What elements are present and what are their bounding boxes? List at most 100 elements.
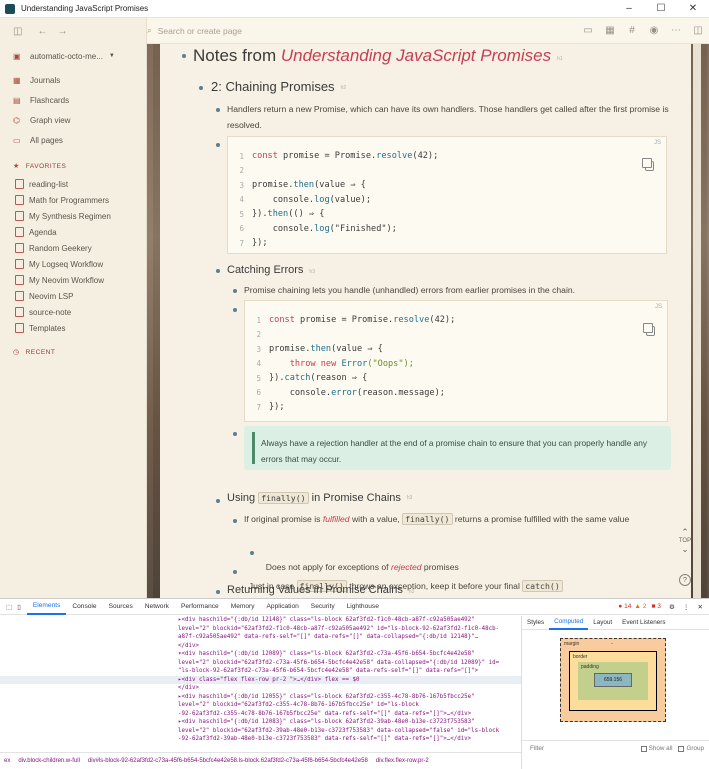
search-bar[interactable]: ⌕ Search or create page	[147, 25, 577, 36]
journals-icon[interactable]: ▦	[604, 25, 616, 36]
devtools-tab-sources[interactable]: Sources	[103, 599, 139, 615]
bullet[interactable]	[216, 269, 220, 273]
breadcrumb-item[interactable]: div.block-children.w-full	[18, 758, 80, 764]
bullet[interactable]	[250, 551, 254, 555]
dom-node-line[interactable]: ▾<div haschild="{:db/id 12089}" class="l…	[0, 650, 521, 659]
devtools-tab-network[interactable]: Network	[139, 599, 175, 615]
dom-node-line[interactable]: ▸<div haschild="{:db/id 12083}" class="l…	[0, 718, 521, 727]
dom-node-line[interactable]: level="2" blockid="62af3fd2-c355-4c78-8b…	[0, 701, 521, 710]
tag-icon[interactable]: #	[626, 25, 638, 36]
more-icon[interactable]: ⋯	[670, 25, 682, 36]
close-button[interactable]: ✕	[677, 0, 709, 18]
dom-node-line[interactable]: -92-62af3fd2-c355-4c78-8b76-167b5fbcc25e…	[0, 710, 521, 719]
bullet[interactable]	[233, 289, 237, 293]
graph-selector[interactable]: ▣ automatic-octo-me... ▼	[0, 46, 146, 66]
recent-header[interactable]: ◷ RECENT	[0, 342, 146, 362]
dom-node-line[interactable]: ▸<div haschild="{:db/id 12148}" class="l…	[0, 616, 521, 625]
finally-text-1[interactable]: If original promise is fulfilled with a …	[244, 511, 668, 527]
bullet[interactable]	[233, 432, 237, 436]
bullet[interactable]	[233, 308, 237, 312]
device-icon[interactable]: ▯	[17, 603, 21, 611]
dom-node-line[interactable]: a87f-c92a505ae492" data-refs-self="[]" d…	[0, 633, 521, 642]
bullet[interactable]	[199, 86, 203, 90]
favorite-item[interactable]: Agenda	[0, 224, 146, 240]
favorites-header[interactable]: ★ FAVORITES	[0, 156, 146, 176]
scrollbar[interactable]	[693, 44, 701, 598]
maximize-button[interactable]: ☐	[645, 0, 677, 18]
devtools-tab-security[interactable]: Security	[305, 599, 341, 615]
dom-node-line[interactable]: -92-62af3fd2-39ab-48e0-b13e-c3723f753583…	[0, 735, 521, 744]
dom-node-line[interactable]: </div>	[0, 642, 521, 651]
bullet[interactable]	[216, 499, 220, 503]
warning-badge[interactable]: ▲ 2	[634, 603, 646, 610]
favorite-item[interactable]: My Neovim Workflow	[0, 272, 146, 288]
devtools-tab-application[interactable]: Application	[261, 599, 305, 615]
copy-icon[interactable]	[642, 158, 654, 171]
dom-node-line[interactable]: ▸<div haschild="{:db/id 12055}" class="l…	[0, 693, 521, 702]
bullet[interactable]	[233, 519, 237, 523]
right-sidebar-icon[interactable]: ◫	[692, 25, 704, 36]
copy-icon[interactable]	[643, 323, 655, 336]
scroll-to-top-button[interactable]: ⌃ TOP ⌄	[677, 527, 693, 555]
breadcrumb-item[interactable]: ex	[4, 758, 10, 764]
favorite-item[interactable]: reading-list	[0, 176, 146, 192]
devtools-tab-lighthouse[interactable]: Lighthouse	[341, 599, 385, 615]
styles-tab-styles[interactable]: Styles	[522, 619, 549, 626]
forward-icon[interactable]: →	[57, 26, 67, 37]
tip-callout[interactable]: Always have a rejection handler at the e…	[244, 426, 671, 470]
elements-tree[interactable]: ▸<div haschild="{:db/id 12148}" class="l…	[0, 616, 521, 752]
devtools-tab-elements[interactable]: Elements	[26, 599, 67, 615]
bullet[interactable]	[216, 143, 220, 147]
devtools-tab-performance[interactable]: Performance	[175, 599, 225, 615]
styles-tab-layout[interactable]: Layout	[588, 619, 617, 626]
bullet[interactable]	[233, 570, 237, 574]
dom-node-line[interactable]: level="2" blockid="62af3fd2-c73a-45f6-b6…	[0, 659, 521, 668]
styles-tab-event-listeners[interactable]: Event Listeners	[617, 619, 670, 626]
chaining-text[interactable]: Handlers return a new Promise, which can…	[227, 101, 682, 133]
bullet[interactable]	[216, 590, 220, 594]
dom-node-line[interactable]: ▸<div class="flex flex-row pr-2 ">…</div…	[0, 675, 521, 684]
favorite-item[interactable]: Neovim LSP	[0, 288, 146, 304]
back-icon[interactable]: ←	[37, 26, 47, 37]
favorite-item[interactable]: Templates	[0, 320, 146, 336]
help-button[interactable]: ?	[679, 574, 691, 586]
page-title-link[interactable]: Understanding JavaScript Promises	[281, 46, 551, 66]
favorite-item[interactable]: Random Geekery	[0, 240, 146, 256]
sidebar-item-graph-view[interactable]: ⌬ Graph view	[0, 110, 146, 130]
new-page-icon[interactable]: ▭	[582, 25, 594, 36]
show-all-checkbox[interactable]: Show all	[640, 745, 672, 752]
favorite-item[interactable]: Math for Programmers	[0, 192, 146, 208]
view-icon[interactable]: ◉	[648, 25, 660, 36]
dom-node-line[interactable]: "ls-block-92-62af3fd2-c73a-45f6-b654-5bc…	[0, 667, 521, 676]
dom-node-line[interactable]: level="2" blockid="62af3fd2-39ab-48e0-b1…	[0, 727, 521, 736]
sidebar-item-flashcards[interactable]: ▤ Flashcards	[0, 90, 146, 110]
bullet[interactable]	[182, 54, 186, 58]
sidebar-item-journals[interactable]: ▦ Journals	[0, 70, 146, 90]
breadcrumb-item[interactable]: div.flex.flex-row.pr-2	[376, 758, 429, 764]
breadcrumb-item[interactable]: div#ls-block-92-62af3fd2-c73a-45f6-b654-…	[88, 758, 368, 764]
toggle-sidebar-icon[interactable]: ◫	[13, 26, 22, 37]
dom-node-line[interactable]: level="2" blockid="62af3fd2-f1c0-48cb-a8…	[0, 625, 521, 634]
devtools-tab-console[interactable]: Console	[66, 599, 102, 615]
favorite-item[interactable]: My Logseq Workflow	[0, 256, 146, 272]
favorite-item[interactable]: source-note	[0, 304, 146, 320]
error-badge[interactable]: ● 14	[618, 603, 631, 610]
minimize-button[interactable]: –	[613, 0, 645, 18]
code-block-catching[interactable]: JS 1 const promise = Promise.resolve(42);…	[244, 300, 668, 422]
group-checkbox[interactable]: Group	[678, 745, 704, 752]
search-input[interactable]: Search or create page	[158, 26, 242, 36]
issues-badge[interactable]: ■ 3	[651, 603, 661, 610]
inspect-icon[interactable]: ⬚	[6, 603, 12, 611]
devtools-tab-memory[interactable]: Memory	[225, 599, 261, 615]
styles-tab-computed[interactable]: Computed	[549, 616, 589, 630]
bullet[interactable]	[216, 108, 220, 112]
catching-text[interactable]: Promise chaining lets you handle (unhand…	[244, 282, 575, 298]
favorite-item[interactable]: My Synthesis Regimen	[0, 208, 146, 224]
code-block-chaining[interactable]: JS 1 const promise = Promise.resolve(42);…	[227, 136, 667, 254]
sidebar-item-all-pages[interactable]: ▭ All pages	[0, 130, 146, 150]
more-options-icon[interactable]: ⋮	[683, 603, 690, 611]
close-devtools-icon[interactable]: ✕	[697, 603, 703, 611]
dom-node-line[interactable]: </div>	[0, 684, 521, 693]
settings-icon[interactable]: ⚙	[669, 603, 675, 611]
filter-input[interactable]: Filter	[530, 745, 641, 752]
